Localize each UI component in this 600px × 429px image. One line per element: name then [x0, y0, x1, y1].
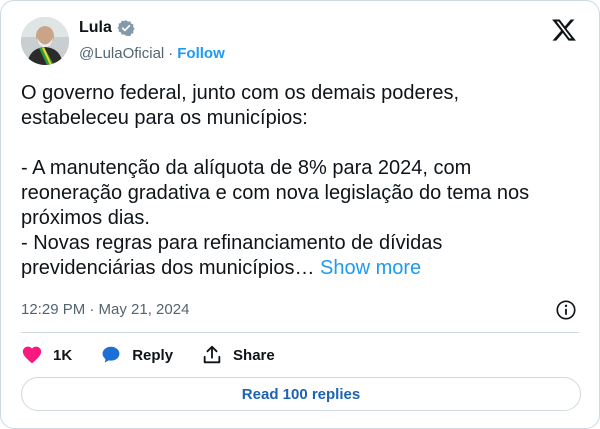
tweet-card: Lula @LulaOficial · Follow O governo fed… [0, 0, 600, 429]
share-button[interactable]: Share [201, 344, 275, 366]
avatar[interactable] [21, 17, 69, 65]
tweet-body: O governo federal, junto com os demais p… [21, 81, 586, 281]
tweet-timestamp[interactable]: 12:29 PM · May 21, 2024 [21, 301, 189, 318]
reply-button[interactable]: Reply [100, 344, 173, 366]
author-display-name[interactable]: Lula [79, 19, 112, 37]
speech-bubble-icon [102, 346, 120, 363]
heart-icon [22, 346, 42, 364]
reply-label: Reply [132, 346, 174, 364]
verified-badge-icon [117, 19, 135, 37]
author-name-row: Lula [79, 19, 135, 37]
handle-separator: · [168, 45, 174, 62]
read-replies-button[interactable]: Read 100 replies [21, 377, 581, 411]
divider [21, 332, 579, 333]
avatar-image [21, 17, 69, 65]
follow-button[interactable]: Follow [177, 45, 225, 62]
like-button[interactable]: 1K [21, 344, 72, 366]
info-icon[interactable] [555, 299, 577, 321]
like-count: 1K [53, 346, 73, 364]
share-label: Share [233, 346, 275, 364]
x-logo-icon[interactable] [551, 17, 577, 43]
author-handle[interactable]: @LulaOficial [79, 45, 164, 62]
author-handle-row: @LulaOficial · Follow [79, 45, 225, 62]
show-more-link[interactable]: Show more [320, 257, 421, 279]
tweet-text: O governo federal, junto com os demais p… [21, 82, 530, 279]
action-bar: 1K Reply Share [21, 342, 303, 368]
share-icon [203, 345, 221, 364]
